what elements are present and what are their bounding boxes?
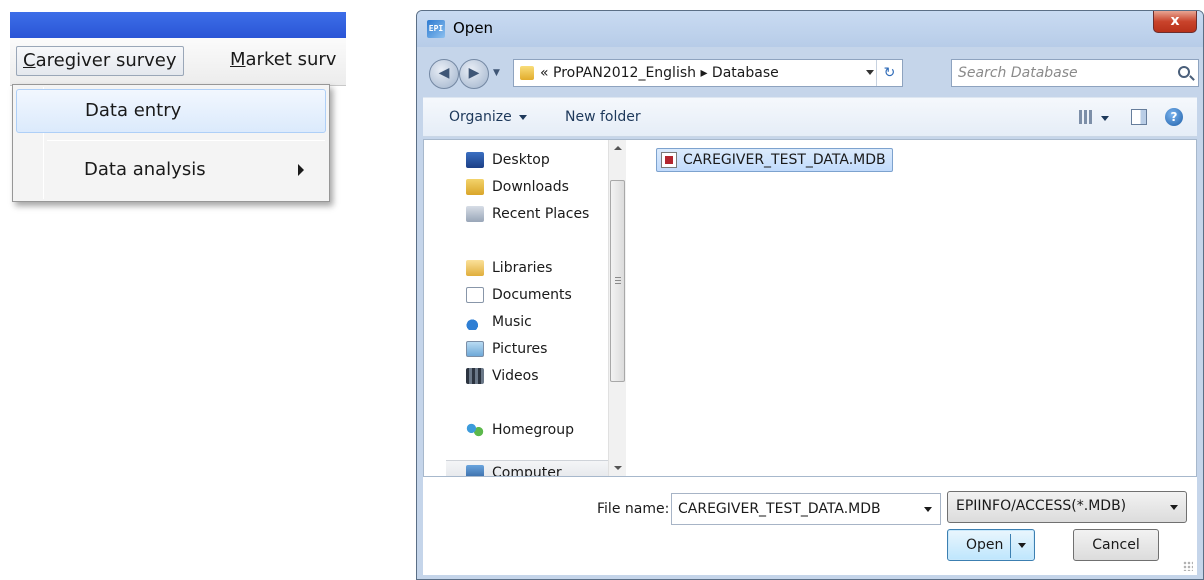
nav-pane-scrollbar[interactable] <box>608 140 626 476</box>
menu-bar: Caregiver survey Market surv <box>10 38 346 86</box>
menu-caregiver-label: aregiver survey <box>35 50 177 71</box>
menu-item-data-analysis[interactable]: Data analysis <box>16 148 326 192</box>
menu-item-data-analysis-label: Data analysis <box>84 159 206 180</box>
nav-item-label: Documents <box>492 287 572 303</box>
view-options-dropdown-icon[interactable] <box>1101 116 1109 121</box>
open-file-dialog: EPI Open x ◀ ▶ ▼ « ProPAN2012_English ▸ … <box>416 10 1204 580</box>
organize-button[interactable]: Organize <box>449 109 527 125</box>
nav-item-label: Recent Places <box>492 206 590 222</box>
homegroup-icon <box>466 422 484 438</box>
help-icon[interactable]: ? <box>1165 108 1183 126</box>
search-icon[interactable] <box>1178 66 1190 78</box>
nav-item-computer[interactable]: Computer <box>446 460 608 476</box>
nav-item-music[interactable]: Music <box>460 310 532 334</box>
nav-item-pictures[interactable]: Pictures <box>460 337 547 361</box>
menu-bar-clip: Caregiver survey Market surv <box>10 38 346 86</box>
command-toolbar: Organize New folder ? <box>423 97 1197 137</box>
documents-icon <box>466 287 484 303</box>
folder-icon <box>520 66 534 80</box>
open-options-dropdown-icon[interactable] <box>1018 543 1026 548</box>
menu-caregiver-survey[interactable]: Caregiver survey <box>16 46 184 76</box>
change-view-icon[interactable] <box>1079 110 1093 124</box>
file-list: CAREGIVER_TEST_DATA.MDB <box>628 140 1196 476</box>
dialog-title-bar[interactable]: EPI Open x <box>417 11 1203 47</box>
nav-item-libraries[interactable]: Libraries <box>460 256 552 280</box>
navigation-pane: Desktop Downloads Recent Places Librarie… <box>424 140 626 476</box>
nav-item-label: Pictures <box>492 341 548 357</box>
dialog-content-area: Desktop Downloads Recent Places Librarie… <box>423 139 1197 477</box>
pictures-icon <box>466 341 484 357</box>
address-bar[interactable]: « ProPAN2012_English ▸ Database ↻ <box>513 59 903 87</box>
file-type-select[interactable]: EPIINFO/ACCESS(*.MDB) <box>947 491 1187 523</box>
search-box[interactable] <box>951 59 1199 87</box>
back-button[interactable]: ◀ <box>429 59 459 89</box>
menu-separator <box>47 140 325 141</box>
nav-item-homegroup[interactable]: Homegroup <box>460 418 574 442</box>
libraries-icon <box>466 260 484 276</box>
computer-icon <box>466 465 484 476</box>
app-icon: EPI <box>427 20 445 38</box>
nav-item-videos[interactable]: Videos <box>460 364 539 388</box>
open-split-divider <box>1010 534 1011 558</box>
downloads-icon <box>466 179 484 195</box>
menu-market-accelerator: M <box>230 49 246 70</box>
menu-market-label: arket surv <box>245 49 337 70</box>
videos-icon <box>466 368 484 384</box>
menu-item-data-entry-label: Data entry <box>85 100 182 121</box>
caregiver-dropdown-menu: Data entry Data analysis <box>12 84 330 202</box>
forward-button[interactable]: ▶ <box>459 59 489 89</box>
file-item-name: CAREGIVER_TEST_DATA.MDB <box>683 152 886 168</box>
menu-item-data-entry[interactable]: Data entry <box>16 89 326 133</box>
nav-item-desktop[interactable]: Desktop <box>460 148 550 172</box>
scrollbar-thumb[interactable] <box>610 180 625 382</box>
file-type-value: EPIINFO/ACCESS(*.MDB) <box>956 498 1127 514</box>
desktop-icon <box>466 152 484 168</box>
nav-item-recent-places[interactable]: Recent Places <box>460 202 589 226</box>
resize-grip-icon[interactable] <box>1183 561 1193 571</box>
dialog-title: Open <box>453 19 494 37</box>
refresh-icon[interactable]: ↻ <box>876 60 902 86</box>
open-button[interactable]: Open <box>947 529 1035 561</box>
close-button[interactable]: x <box>1153 11 1197 33</box>
file-name-dropdown-icon[interactable] <box>924 507 932 512</box>
nav-item-downloads[interactable]: Downloads <box>460 175 569 199</box>
submenu-arrow-icon <box>298 164 304 176</box>
address-path[interactable]: « ProPAN2012_English ▸ Database <box>540 65 779 81</box>
nav-item-label: Homegroup <box>492 422 575 438</box>
nav-item-label: Desktop <box>492 152 550 168</box>
nav-item-label: Videos <box>492 368 539 384</box>
nav-item-label: Computer <box>492 465 562 476</box>
file-name-input[interactable] <box>678 500 908 518</box>
nav-item-label: Downloads <box>492 179 569 195</box>
scroll-down-arrow-icon[interactable] <box>614 466 622 470</box>
cancel-button[interactable]: Cancel <box>1073 529 1159 561</box>
dialog-footer: File name: EPIINFO/ACCESS(*.MDB) Open Ca… <box>423 477 1197 575</box>
file-name-combobox[interactable] <box>671 493 941 525</box>
navigation-bar: ◀ ▶ ▼ « ProPAN2012_English ▸ Database ↻ <box>423 55 1199 91</box>
menu-market-survey[interactable]: Market surv <box>224 46 342 76</box>
open-button-label: Open <box>966 537 1004 553</box>
recent-locations-dropdown-icon[interactable]: ▼ <box>493 68 500 78</box>
file-item[interactable]: CAREGIVER_TEST_DATA.MDB <box>656 148 893 172</box>
nav-item-documents[interactable]: Documents <box>460 283 572 307</box>
scroll-up-arrow-icon[interactable] <box>614 146 622 150</box>
music-icon <box>466 314 484 330</box>
new-folder-button[interactable]: New folder <box>565 109 641 125</box>
menu-caregiver-accelerator: C <box>23 50 36 71</box>
nav-item-label: Libraries <box>492 260 553 276</box>
preview-pane-icon[interactable] <box>1131 109 1147 125</box>
file-name-label: File name: <box>597 501 670 517</box>
app-title-bar <box>10 12 346 38</box>
access-database-file-icon <box>661 152 677 168</box>
nav-item-label: Music <box>492 314 532 330</box>
recent-places-icon <box>466 206 484 222</box>
address-history-dropdown-icon[interactable] <box>866 70 874 75</box>
search-input[interactable] <box>958 64 1158 82</box>
file-type-dropdown-icon[interactable] <box>1170 505 1178 510</box>
